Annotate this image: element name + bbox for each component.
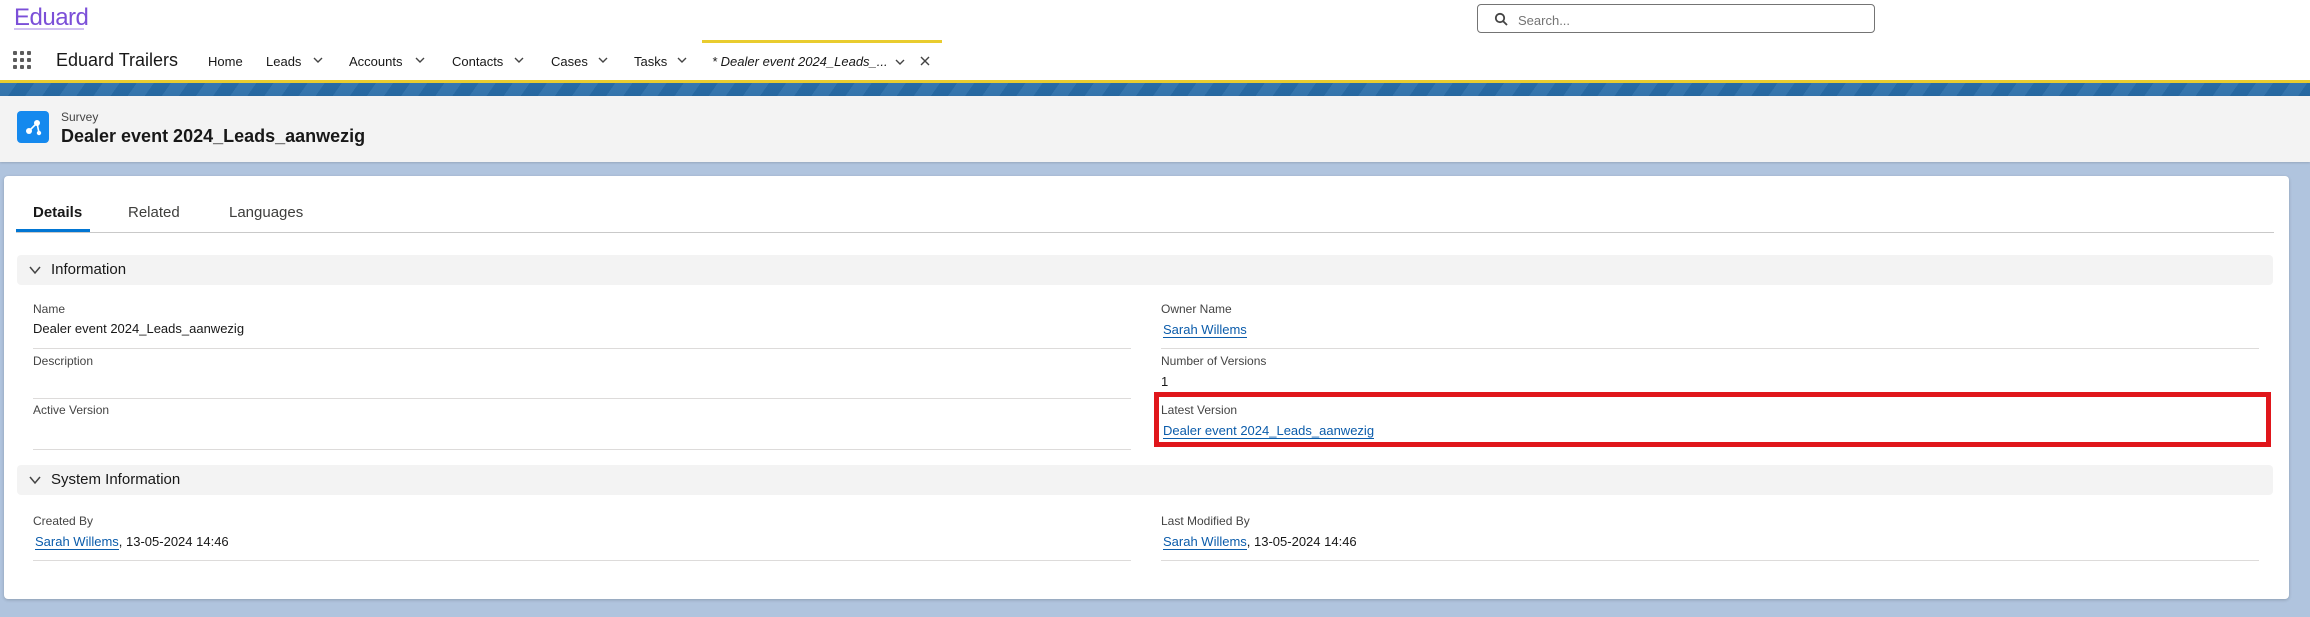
section-system-information-title: System Information [51,471,181,488]
search-input[interactable] [1516,9,1860,31]
tab-related[interactable]: Related [116,196,186,232]
search-icon [1494,12,1508,26]
field-label: Created By [33,514,94,528]
record-tabs: Details Related Languages [16,196,2274,233]
nav-item-contacts[interactable]: Contacts [452,54,503,69]
field-value-wrapper: Sarah Willems, 13-05-2024 14:46 [35,534,229,550]
nav-item-home[interactable]: Home [208,54,243,69]
field-description: Description [33,354,1131,399]
nav-item-cases[interactable]: Cases [551,54,588,69]
field-last-modified-by: Last Modified By Sarah Willems, 13-05-20… [1161,514,2259,561]
page-title: Dealer event 2024_Leads_aanwezig [61,126,366,146]
tab-languages-label[interactable]: Languages [229,204,303,221]
nav-item-leads[interactable]: Leads [266,54,301,69]
section-information-header[interactable]: Information [17,255,2273,285]
chevron-down-icon[interactable] [894,57,906,67]
global-header: Eduard [0,0,2310,40]
chevron-down-icon[interactable] [29,475,41,485]
field-label: Latest Version [1161,403,1238,417]
field-label: Description [33,354,94,368]
field-value: 1 [1161,374,1169,389]
field-latest-version: Latest Version Dealer event 2024_Leads_a… [1161,403,2259,449]
latest-version-link[interactable]: Dealer event 2024_Leads_aanwezig [1163,423,1375,439]
chevron-down-icon[interactable] [597,55,609,65]
chevron-down-icon[interactable] [676,55,688,65]
last-modified-user-link[interactable]: Sarah Willems [1163,534,1247,550]
nav-bar: Eduard Trailers Home Leads Accounts Cont… [0,40,2310,83]
record-detail-card: Details Related Languages Information Na… [4,176,2289,599]
app-name: Eduard Trailers [56,50,179,70]
record-header: Survey Dealer event 2024_Leads_aanwezig [0,96,2310,162]
owner-link[interactable]: Sarah Willems [1163,322,1247,338]
tab-related-label[interactable]: Related [128,204,180,221]
survey-icon [17,111,49,143]
field-name: Name Dealer event 2024_Leads_aanwezig [33,302,1131,349]
field-value-wrapper: Sarah Willems [1163,322,1247,338]
field-value: Dealer event 2024_Leads_aanwezig [33,321,245,336]
object-type-label: Survey [61,110,99,124]
tab-languages[interactable]: Languages [216,196,306,232]
field-label: Number of Versions [1161,354,1267,368]
chevron-down-icon[interactable] [312,55,324,65]
field-created-by: Created By Sarah Willems, 13-05-2024 14:… [33,514,1131,561]
field-value-wrapper: Dealer event 2024_Leads_aanwezig [1163,423,1375,439]
tab-details[interactable]: Details [16,196,90,232]
chevron-down-icon[interactable] [513,55,525,65]
created-by-date: , 13-05-2024 14:46 [118,534,229,549]
app-launcher-icon[interactable] [13,51,33,71]
global-search[interactable] [1477,4,1875,33]
field-label: Last Modified By [1161,514,1250,528]
chevron-down-icon[interactable] [29,265,41,275]
field-active-version: Active Version [33,403,1131,450]
field-label: Name [33,302,66,316]
tab-record-dealer-event[interactable]: * Dealer event 2024_Leads_... [702,40,942,80]
field-label: Active Version [33,403,110,417]
section-information-title: Information [51,261,127,278]
nav-item-accounts[interactable]: Accounts [349,54,402,69]
close-icon[interactable] [919,55,931,67]
last-modified-date: , 13-05-2024 14:46 [1246,534,1357,549]
tab-record-label[interactable]: * Dealer event 2024_Leads_... [712,54,888,69]
field-label: Owner Name [1161,302,1232,316]
chevron-down-icon[interactable] [414,55,426,65]
field-value-wrapper: Sarah Willems, 13-05-2024 14:46 [1163,534,1357,550]
tab-details-label[interactable]: Details [33,204,82,221]
field-owner-name: Owner Name Sarah Willems [1161,302,2259,349]
section-system-information-header[interactable]: System Information [17,465,2273,495]
nav-item-tasks[interactable]: Tasks [634,54,667,69]
logo-underline [14,28,84,30]
created-by-user-link[interactable]: Sarah Willems [35,534,119,550]
field-number-of-versions: Number of Versions 1 [1161,354,2259,398]
